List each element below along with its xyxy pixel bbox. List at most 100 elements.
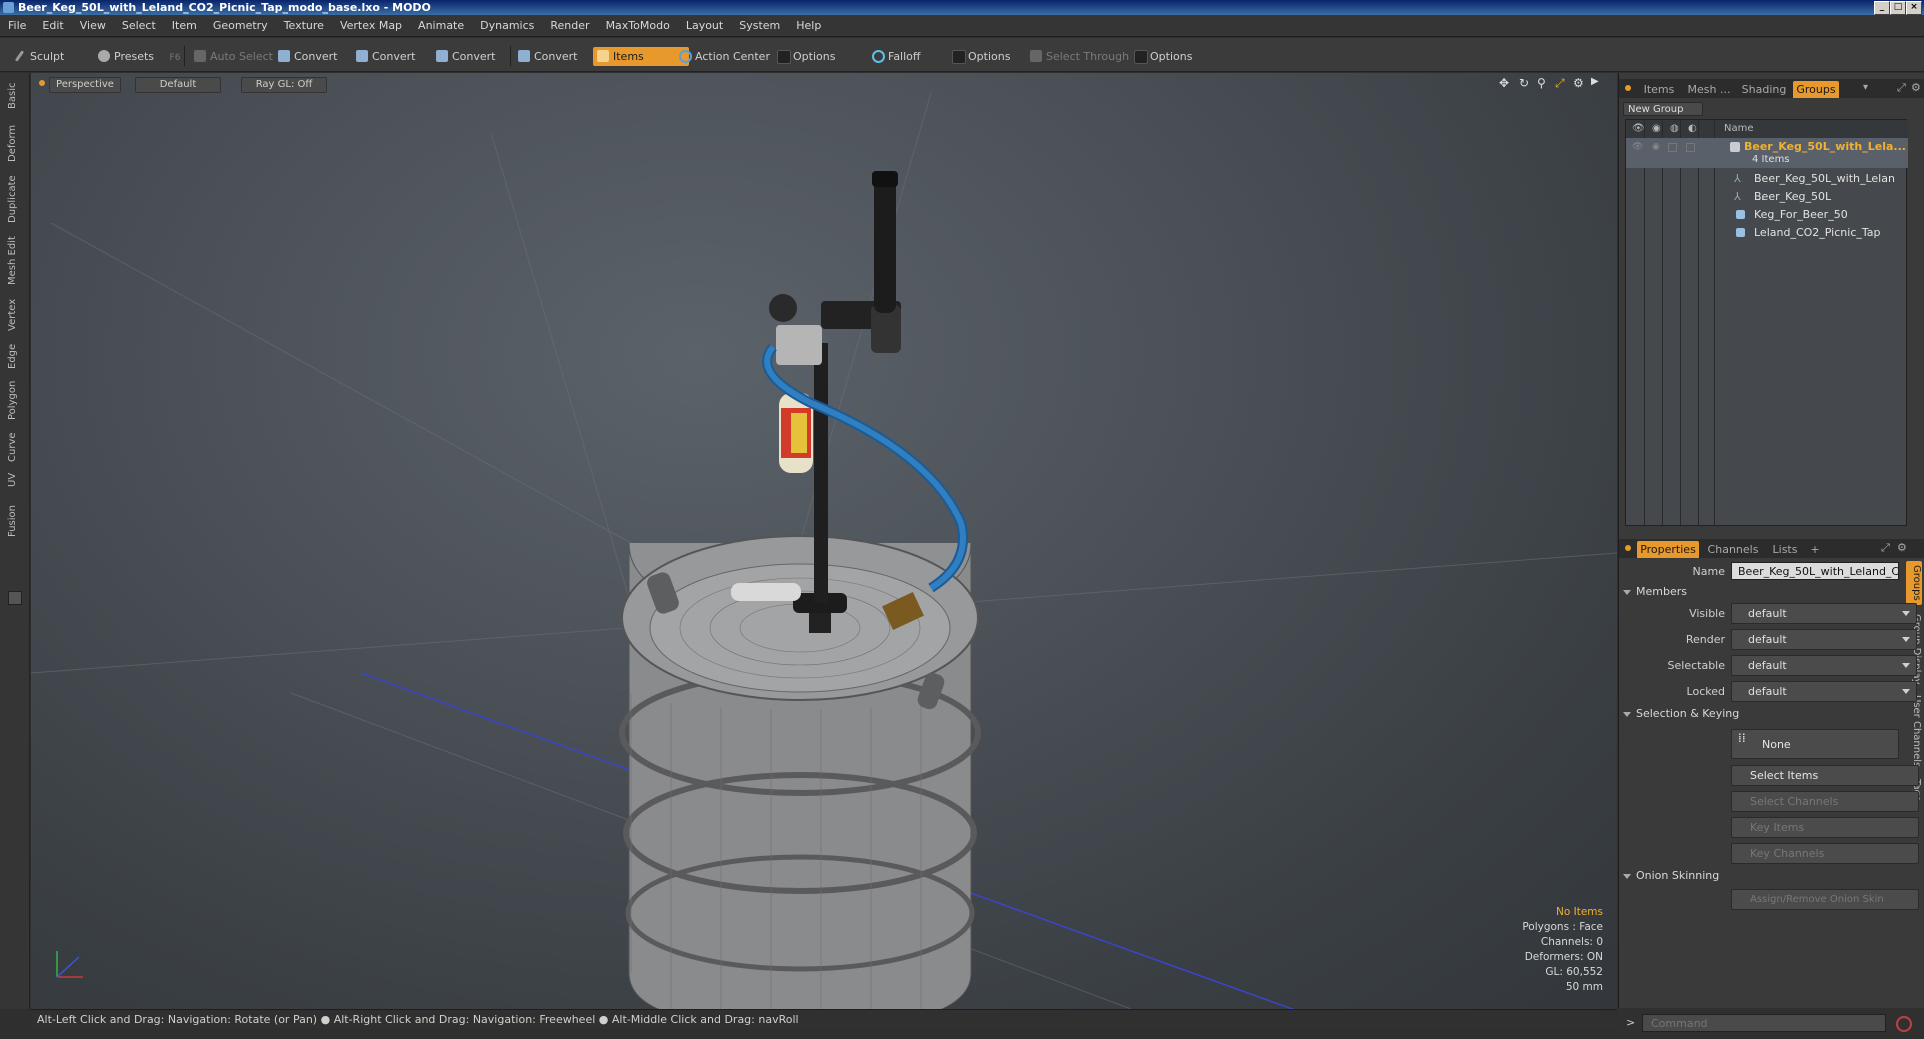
selection-info: No Items xyxy=(1556,906,1603,918)
menu-edit[interactable]: Edit xyxy=(34,15,71,37)
select-channels-button[interactable]: Select Channels xyxy=(1731,791,1919,812)
render-column-icon[interactable]: ◉ xyxy=(1652,120,1661,138)
groups-list[interactable]: 👁 ◉ ◍ ◐ Name 👁 ◉ Beer_Keg_50L_with_Lela.… xyxy=(1625,119,1908,526)
key-channels-button[interactable]: Key Channels xyxy=(1731,843,1919,864)
axis-gizmo xyxy=(56,951,83,978)
tab-edge[interactable]: Edge xyxy=(7,339,23,373)
groups-list-header: 👁 ◉ ◍ ◐ Name xyxy=(1626,120,1908,138)
viewport-info-overlay: No Items Polygons : Face Channels: 0 Def… xyxy=(1522,905,1603,995)
action-center-options-button[interactable]: Options xyxy=(773,47,883,66)
name-field[interactable]: Beer_Keg_50L_with_Leland_CO2 xyxy=(1731,562,1899,580)
tab-curve[interactable]: Curve xyxy=(7,429,23,465)
command-input[interactable] xyxy=(1642,1014,1886,1032)
key-items-button[interactable]: Key Items xyxy=(1731,817,1919,838)
locked-dropdown[interactable]: default xyxy=(1731,681,1917,702)
select-column-icon[interactable]: ◍ xyxy=(1670,120,1679,138)
render-label: Render xyxy=(1685,633,1725,646)
checkbox-icon xyxy=(777,50,791,64)
tab-mesh[interactable]: Mesh ... xyxy=(1683,81,1735,98)
menu-help[interactable]: Help xyxy=(788,15,829,37)
sculpt-button[interactable]: Sculpt xyxy=(10,47,102,66)
tab-duplicate[interactable]: Duplicate xyxy=(7,173,23,225)
members-section-header[interactable]: Members xyxy=(1623,585,1687,598)
menu-animate[interactable]: Animate xyxy=(410,15,472,37)
tab-mesh-edit[interactable]: Mesh Edit xyxy=(7,233,23,289)
group-row-selected[interactable]: 👁 ◉ Beer_Keg_50L_with_Lela... 4 Items xyxy=(1626,138,1908,168)
menu-select[interactable]: Select xyxy=(114,15,164,37)
expand-icon[interactable]: ⤢ xyxy=(1897,81,1906,95)
tab-fusion[interactable]: Fusion xyxy=(7,501,23,541)
menu-maxtomodo[interactable]: MaxToModo xyxy=(598,15,678,37)
visible-dropdown[interactable]: default xyxy=(1731,603,1917,624)
deformers-info: Deformers: ON xyxy=(1524,951,1603,963)
panel-gear-icon[interactable]: ⚙ xyxy=(1897,541,1907,554)
menu-view[interactable]: View xyxy=(72,15,114,37)
tab-shading[interactable]: Shading xyxy=(1739,81,1789,98)
menu-dynamics[interactable]: Dynamics xyxy=(472,15,542,37)
panel-menu-icon[interactable] xyxy=(1625,85,1631,91)
new-group-button[interactable]: New Group xyxy=(1623,102,1703,116)
3d-viewport[interactable]: Perspective Default Ray GL: Off ✥ ↻ ⚲ ⤢ … xyxy=(31,73,1617,1009)
tab-items[interactable]: Items xyxy=(1639,81,1679,98)
selection-dots-icon: ⁞⁞ xyxy=(1738,731,1746,745)
menu-layout[interactable]: Layout xyxy=(678,15,731,37)
selectable-dropdown[interactable]: default xyxy=(1731,655,1917,676)
scale-info: 50 mm xyxy=(1565,981,1603,993)
tab-properties[interactable]: Properties xyxy=(1637,541,1699,558)
side-tab-groups[interactable]: Groups xyxy=(1906,561,1922,605)
side-tab-user-channels[interactable]: User Channels xyxy=(1906,691,1922,771)
group-member-row[interactable]: ⅄ Beer_Keg_50L_with_Lelan ... xyxy=(1626,170,1908,203)
select-through-button[interactable]: Select Through xyxy=(1026,47,1146,66)
render-dropdown[interactable]: default xyxy=(1731,629,1917,650)
minimize-button[interactable]: _ xyxy=(1874,1,1890,15)
visibility-column-icon[interactable]: 👁 xyxy=(1632,120,1645,138)
menu-file[interactable]: File xyxy=(0,15,34,37)
sidebar-toggle-button[interactable] xyxy=(8,591,22,605)
expand-icon[interactable]: ⤢ xyxy=(1881,541,1890,555)
tab-channels[interactable]: Channels xyxy=(1705,541,1761,558)
presets-button[interactable]: Presets F6 xyxy=(94,47,196,66)
close-button[interactable]: × xyxy=(1906,1,1922,15)
group-member-row[interactable]: ⅄ Beer_Keg_50L xyxy=(1626,188,1908,206)
select-through-options-button[interactable]: Options xyxy=(1130,47,1234,66)
group-member-row[interactable]: Keg_For_Beer_50 xyxy=(1626,206,1908,224)
selection-keying-section-header[interactable]: Selection & Keying xyxy=(1623,707,1739,720)
channels-info: Channels: 0 xyxy=(1540,936,1603,948)
name-column-header[interactable]: Name xyxy=(1724,120,1754,138)
toolbar-divider xyxy=(184,46,185,66)
render-toggle-icon[interactable]: ◉ xyxy=(1652,138,1660,156)
group-member-row[interactable]: Leland_CO2_Picnic_Tap xyxy=(1626,224,1908,242)
panel-menu-icon[interactable] xyxy=(1625,545,1631,551)
lock-column-icon[interactable]: ◐ xyxy=(1688,120,1697,138)
add-tab-button[interactable]: + xyxy=(1805,541,1825,558)
menu-render[interactable]: Render xyxy=(542,15,597,37)
onion-skin-button[interactable]: Assign/Remove Onion Skin xyxy=(1731,889,1919,910)
locked-label: Locked xyxy=(1686,685,1725,698)
menu-texture[interactable]: Texture xyxy=(276,15,332,37)
select-items-button[interactable]: Select Items xyxy=(1731,765,1919,786)
menu-geometry[interactable]: Geometry xyxy=(205,15,276,37)
gl-info: GL: 60,552 xyxy=(1545,966,1603,978)
tab-deform[interactable]: Deform xyxy=(7,121,23,165)
tab-groups[interactable]: Groups xyxy=(1793,81,1839,98)
visibility-toggle-icon[interactable]: 👁 xyxy=(1632,138,1643,156)
tab-uv[interactable]: UV xyxy=(7,469,23,491)
group-item-count: 4 Items xyxy=(1752,154,1790,165)
onion-skinning-section-header[interactable]: Onion Skinning xyxy=(1623,869,1719,882)
tab-vertex[interactable]: Vertex xyxy=(7,295,23,335)
none-button[interactable]: ⁞⁞ None xyxy=(1731,729,1899,759)
tab-basic[interactable]: Basic xyxy=(7,81,23,111)
menu-system[interactable]: System xyxy=(731,15,788,37)
menu-bar: File Edit View Select Item Geometry Text… xyxy=(0,15,1924,37)
tab-dropdown-icon[interactable]: ▾ xyxy=(1863,82,1868,93)
menu-item[interactable]: Item xyxy=(164,15,205,37)
record-icon[interactable] xyxy=(1896,1016,1912,1032)
tab-polygon[interactable]: Polygon xyxy=(7,375,23,425)
maximize-button[interactable]: □ xyxy=(1890,1,1906,15)
menu-vertex-map[interactable]: Vertex Map xyxy=(332,15,410,37)
panel-gear-icon[interactable]: ⚙ xyxy=(1911,81,1921,94)
selectable-label: Selectable xyxy=(1667,659,1725,672)
select-toggle-icon[interactable] xyxy=(1668,143,1677,152)
lock-toggle-icon[interactable] xyxy=(1686,143,1695,152)
tab-lists[interactable]: Lists xyxy=(1765,541,1805,558)
